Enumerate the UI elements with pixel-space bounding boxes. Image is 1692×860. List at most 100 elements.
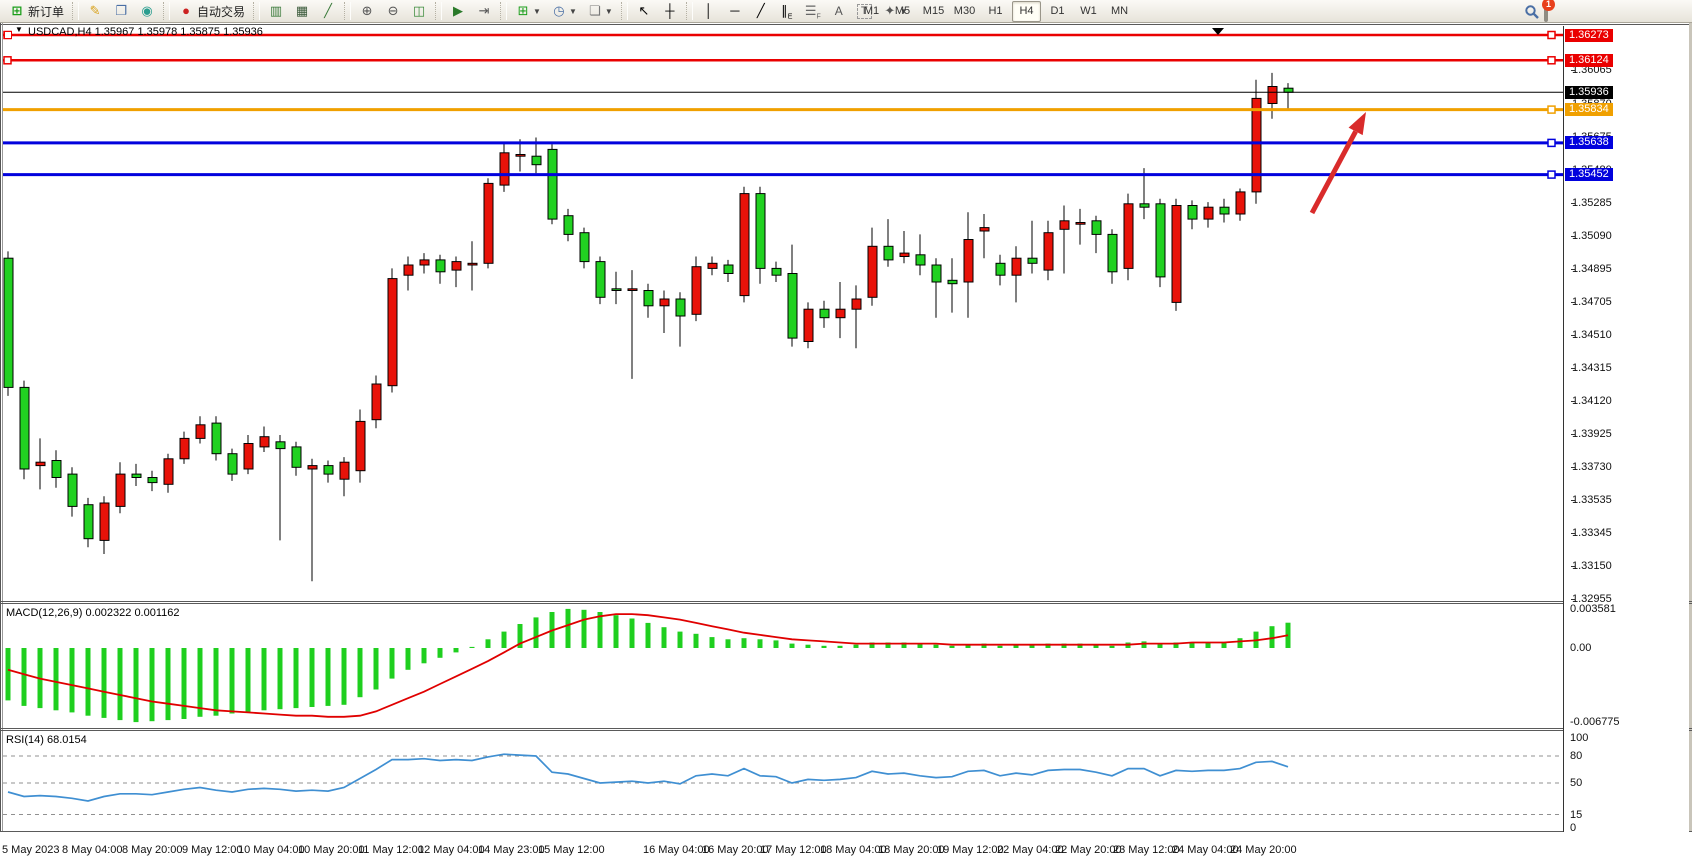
candle[interactable]	[852, 299, 861, 309]
candle[interactable]	[308, 466, 317, 469]
candle[interactable]	[932, 265, 941, 282]
candle[interactable]	[660, 299, 669, 306]
candle[interactable]	[580, 233, 589, 262]
chart-menu-arrow-icon[interactable]: ▼	[15, 25, 23, 34]
candle[interactable]	[836, 309, 845, 318]
indicators-button[interactable]: ⊞▼	[511, 0, 545, 22]
tile-windows-button[interactable]: ◫	[407, 0, 431, 22]
text-button[interactable]: A	[827, 0, 851, 22]
candle[interactable]	[340, 462, 349, 479]
candle[interactable]	[1284, 88, 1293, 92]
rsi-panel-canvas[interactable]	[0, 731, 1563, 831]
candle[interactable]	[1220, 207, 1229, 214]
candle[interactable]	[644, 291, 653, 306]
timeframe-button-mn[interactable]: MN	[1105, 1, 1134, 22]
candle[interactable]	[1044, 233, 1053, 270]
candle[interactable]	[996, 263, 1005, 275]
time-axis[interactable]: 5 May 20238 May 04:008 May 20:009 May 12…	[0, 832, 1692, 860]
candle[interactable]	[548, 149, 557, 219]
candle[interactable]	[324, 466, 333, 475]
candle[interactable]	[388, 279, 397, 386]
candle[interactable]	[52, 461, 61, 478]
timeframe-button-m30[interactable]: M30	[950, 1, 979, 22]
candle[interactable]	[68, 474, 77, 506]
candle[interactable]	[564, 216, 573, 235]
timeframe-button-w1[interactable]: W1	[1074, 1, 1103, 22]
candle[interactable]	[628, 289, 637, 291]
candle[interactable]	[116, 474, 125, 506]
candle[interactable]	[612, 289, 621, 291]
candle[interactable]	[292, 447, 301, 467]
hline-handle-icon[interactable]	[4, 31, 12, 39]
candle[interactable]	[244, 444, 253, 470]
candle[interactable]	[1060, 221, 1069, 230]
candle[interactable]	[212, 423, 221, 454]
candle[interactable]	[1076, 223, 1085, 225]
candle[interactable]	[1268, 87, 1277, 104]
autoscroll-button[interactable]: ▶	[446, 0, 470, 22]
hline-handle-icon[interactable]	[1548, 106, 1555, 113]
chat-button[interactable]: 1	[1534, 3, 1548, 21]
panel-separator[interactable]	[0, 601, 1692, 602]
hline-button[interactable]: ─	[723, 0, 747, 22]
candle[interactable]	[1204, 207, 1213, 219]
candle[interactable]	[260, 437, 269, 447]
candle[interactable]	[436, 260, 445, 272]
candle[interactable]	[420, 260, 429, 265]
candle[interactable]	[708, 263, 717, 268]
periods-button[interactable]: ◷▼	[547, 0, 581, 22]
candle[interactable]	[404, 265, 413, 275]
cursor-button[interactable]: ↖	[632, 0, 656, 22]
candle[interactable]	[1172, 206, 1181, 303]
candle[interactable]	[868, 246, 877, 297]
new-order-button[interactable]: ⊞新订单	[5, 0, 68, 22]
price-chart-canvas[interactable]	[0, 26, 1563, 601]
candle[interactable]	[164, 459, 173, 485]
candle[interactable]	[788, 274, 797, 339]
candle[interactable]	[740, 194, 749, 296]
candle[interactable]	[100, 503, 109, 540]
candle[interactable]	[916, 255, 925, 265]
candle[interactable]	[356, 421, 365, 470]
candle[interactable]	[596, 262, 605, 298]
candle[interactable]	[452, 262, 461, 271]
candle[interactable]	[36, 462, 45, 465]
candle[interactable]	[148, 478, 157, 483]
hline-handle-icon[interactable]	[1548, 32, 1555, 39]
candle[interactable]	[1012, 258, 1021, 275]
crosshair-button[interactable]: ┼	[658, 0, 682, 22]
candle[interactable]	[1156, 204, 1165, 277]
candle[interactable]	[1252, 98, 1261, 191]
candle[interactable]	[724, 265, 733, 274]
candle[interactable]	[468, 263, 477, 265]
candle[interactable]	[1028, 258, 1037, 263]
candle[interactable]	[1140, 204, 1149, 207]
candle[interactable]	[196, 425, 205, 439]
hline-handle-icon[interactable]	[1548, 57, 1555, 64]
hline-handle-icon[interactable]	[4, 57, 11, 64]
candle[interactable]	[1188, 206, 1197, 220]
candle[interactable]	[964, 240, 973, 283]
crayon-button[interactable]: ✎	[83, 0, 107, 22]
trend-arrow-head[interactable]	[1349, 112, 1366, 135]
line-chart-button[interactable]: ╱	[316, 0, 340, 22]
timeframe-button-m1[interactable]: M1	[857, 1, 886, 22]
timeframe-button-m5[interactable]: M5	[888, 1, 917, 22]
candle[interactable]	[4, 258, 13, 387]
candle[interactable]	[276, 442, 285, 449]
candle[interactable]	[484, 183, 493, 263]
shift-chart-button[interactable]: ⇥	[472, 0, 496, 22]
candle[interactable]	[532, 156, 541, 165]
candle[interactable]	[1236, 192, 1245, 214]
hline-handle-icon[interactable]	[1548, 139, 1555, 146]
candle[interactable]	[756, 194, 765, 269]
candle[interactable]	[980, 228, 989, 231]
candle[interactable]	[516, 155, 525, 157]
candle[interactable]	[804, 309, 813, 341]
timeframe-button-h4[interactable]: H4	[1012, 1, 1041, 22]
candle[interactable]	[228, 454, 237, 474]
window-button[interactable]: ❐	[109, 0, 133, 22]
vline-button[interactable]: │	[697, 0, 721, 22]
zoom-out-button[interactable]: ⊖	[381, 0, 405, 22]
candle-chart-button[interactable]: ▦	[290, 0, 314, 22]
